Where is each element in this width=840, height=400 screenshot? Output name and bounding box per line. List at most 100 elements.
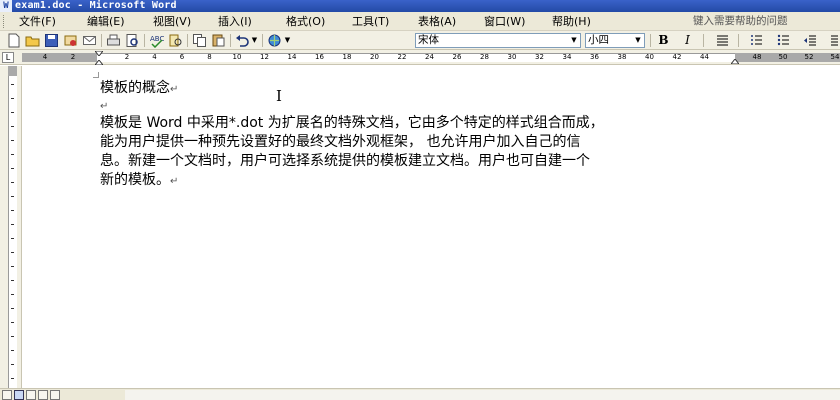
open-folder-icon[interactable] [25,33,40,48]
dropdown-arrow-icon[interactable]: ▼ [250,33,259,48]
permission-icon[interactable] [63,33,78,48]
ruler-tick-label: 24 [425,53,434,61]
print-preview-icon[interactable] [125,33,140,48]
doc-body-line[interactable]: 能为用户提供一种预先设置好的最终文档外观框架， 也允许用户加入自己的信 [100,133,580,152]
web-layout-view-button[interactable] [14,390,24,400]
vertical-ruler-top-margin [8,66,17,76]
horizontal-scrollbar[interactable] [125,390,840,400]
reading-layout-button[interactable] [50,390,60,400]
vertical-ruler-mark [11,126,14,127]
vertical-ruler-mark [11,266,14,267]
vertical-ruler-mark [11,308,14,309]
italic-button[interactable]: I [680,33,695,48]
bullet-list-icon[interactable] [776,33,791,48]
menu-tools[interactable]: 工具(T) [352,15,389,29]
research-icon[interactable] [168,33,183,48]
bold-button[interactable]: B [656,33,671,48]
undo-icon[interactable] [235,33,250,48]
dropdown-arrow-icon[interactable]: ▼ [283,33,292,48]
view-bar [0,388,840,400]
first-line-indent-marker[interactable] [95,51,103,56]
horizontal-ruler[interactable]: L 4 2 2 4 6 8 10 12 14 16 18 20 22 24 26 28 30 32 34 36 38 40… [0,50,840,65]
vertical-ruler-mark [11,238,14,239]
ruler-tick-label: 8 [207,53,212,61]
align-justify-icon[interactable] [715,33,730,48]
paragraph-mark: ↵ [100,101,109,112]
ruler-tick-label: 4 [152,53,157,61]
svg-text:ABC: ABC [150,35,164,43]
menu-edit[interactable]: 编辑(E) [87,15,125,29]
vertical-ruler-mark [11,196,14,197]
menu-help[interactable]: 帮助(H) [552,15,591,29]
chevron-down-icon[interactable]: ▼ [569,35,579,46]
ruler-tick-label: 18 [342,53,352,61]
menu-table[interactable]: 表格(A) [418,15,456,29]
paste-icon[interactable] [211,33,226,48]
menu-insert[interactable]: 插入(I) [218,15,252,29]
toolbar-separator [187,34,188,47]
vertical-ruler-mark [11,350,14,351]
document-page[interactable]: 模板的概念↵ ↵ 模板是 Word 中采用*.dot 为扩展名的特殊文档，它由多… [23,66,840,388]
menu-file[interactable]: 文件(F) [19,15,56,29]
ruler-tick-label: 22 [397,53,407,61]
doc-body-line-last[interactable]: 新的模板。↵ [100,171,178,191]
vertical-ruler[interactable] [0,66,22,388]
increase-indent-icon[interactable] [825,33,840,48]
email-icon[interactable] [82,33,97,48]
ruler-tick-label: 20 [370,53,379,61]
hyperlink-icon[interactable] [267,33,282,48]
doc-body-line[interactable]: 息。新建一个文档时，用户可选择系统提供的模板建立文档。用户也可自建一个 [100,152,590,171]
ruler-tick-label: 28 [480,53,489,61]
doc-body-line[interactable]: 模板是 Word 中采用*.dot 为扩展名的特殊文档，它由多个特定的样式组合而… [100,114,604,133]
right-indent-marker[interactable] [731,59,739,64]
print-layout-view-button[interactable] [26,390,36,400]
hanging-indent-marker[interactable] [95,60,103,65]
font-name-select[interactable]: 宋体 ▼ [415,33,581,48]
ruler-tick-label: 34 [562,53,572,61]
word-icon[interactable]: W [0,0,12,12]
decrease-indent-icon[interactable] [803,33,818,48]
vertical-ruler-mark [11,294,14,295]
tab-selector[interactable]: L [2,52,14,63]
copy-icon[interactable] [192,33,207,48]
ruler-tick-label: 2 [124,53,130,61]
doc-empty-line[interactable]: ↵ [100,96,108,116]
ruler-right-margin [735,53,840,62]
ruler-tick-label: 32 [535,53,544,61]
menu-grip[interactable] [3,15,6,28]
ruler-tick-label: 26 [452,53,462,61]
save-icon[interactable] [44,33,59,48]
help-search-input[interactable]: 键入需要帮助的问题 [690,14,840,29]
font-size-select[interactable]: 小四 ▼ [585,33,645,48]
word-window: W exam1.doc - Microsoft Word 文件(F) 编辑(E)… [0,0,840,400]
menu-view[interactable]: 视图(V) [153,15,191,29]
ruler-tick-label: 14 [287,53,297,61]
chevron-down-icon[interactable]: ▼ [633,35,643,46]
ruler-tick-label: 38 [617,53,627,61]
print-icon[interactable] [106,33,121,48]
ruler-tick-label: 52 [804,53,814,61]
outline-view-button[interactable] [38,390,48,400]
body-last-text: 新的模板。 [100,172,170,188]
heading-text: 模板的概念 [100,80,170,96]
vertical-ruler-mark [11,182,14,183]
new-doc-icon[interactable] [6,33,21,48]
vertical-ruler-mark [11,112,14,113]
spelling-icon[interactable]: ABC [149,33,164,48]
toolbar-separator [703,34,704,47]
normal-view-button[interactable] [2,390,12,400]
font-size-value: 小四 [588,34,609,46]
doc-heading[interactable]: 模板的概念↵ [100,79,178,99]
vertical-ruler-mark [11,154,14,155]
toolbar-separator [650,34,651,47]
ruler-tick-label: 42 [672,53,682,61]
title-bar[interactable]: W exam1.doc - Microsoft Word [0,0,840,12]
menu-window[interactable]: 窗口(W) [484,15,525,29]
paragraph-mark: ↵ [170,84,179,95]
toolbar: ABC ▼ ▼ 宋体 ▼ 小四 ▼ B I [0,31,840,50]
mouse-ibeam-cursor: I [276,87,282,105]
menu-format[interactable]: 格式(O) [286,15,325,29]
numbered-list-icon[interactable] [749,33,764,48]
vertical-ruler-mark [11,322,14,323]
vertical-ruler-mark [11,98,14,99]
